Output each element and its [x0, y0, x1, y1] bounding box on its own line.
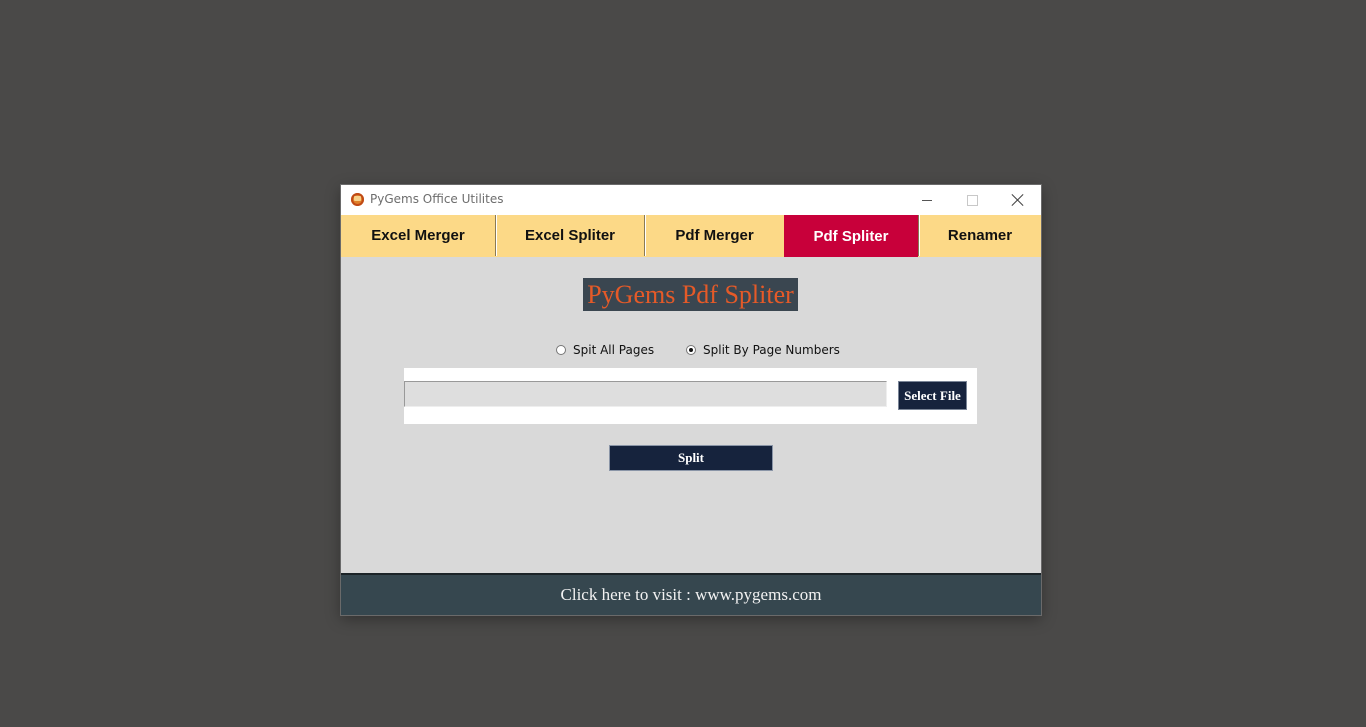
radio-split-all-indicator[interactable] [556, 345, 566, 355]
select-file-button[interactable]: Select File [898, 381, 967, 410]
maximize-icon [966, 194, 978, 206]
radio-split-all-label: Spit All Pages [573, 343, 655, 357]
radio-split-by-page-numbers-indicator[interactable] [686, 345, 696, 355]
close-icon [1012, 194, 1024, 206]
radio-split-all[interactable]: Spit All Pages [556, 342, 654, 358]
page-title: PyGems Pdf Spliter [583, 278, 798, 311]
split-button[interactable]: Split [609, 445, 773, 471]
app-icon [351, 193, 364, 206]
footer-website-link[interactable]: Click here to visit : www.pygems.com [341, 573, 1041, 615]
maximize-button[interactable] [949, 185, 995, 215]
close-button[interactable] [995, 185, 1041, 215]
tab-excel-merger[interactable]: Excel Merger [341, 215, 495, 256]
radio-split-by-page-numbers-label: Split By Page Numbers [703, 343, 840, 357]
tab-renamer[interactable]: Renamer [918, 215, 1041, 256]
file-select-panel: Select File [404, 368, 977, 424]
tab-bar: Excel Merger Excel Spliter Pdf Merger Pd… [341, 215, 1041, 257]
tab-pdf-merger[interactable]: Pdf Merger [644, 215, 784, 256]
app-window: PyGems Office Utilites Excel Merger Exce… [341, 185, 1041, 615]
tab-excel-spliter[interactable]: Excel Spliter [495, 215, 644, 256]
file-path-input[interactable] [404, 381, 887, 407]
minimize-icon [922, 199, 932, 201]
tab-pdf-spliter[interactable]: Pdf Spliter [784, 215, 918, 257]
window-title: PyGems Office Utilites [370, 192, 504, 206]
title-bar[interactable]: PyGems Office Utilites [341, 185, 1041, 215]
minimize-button[interactable] [904, 185, 950, 215]
radio-split-by-page-numbers[interactable]: Split By Page Numbers [686, 342, 840, 358]
